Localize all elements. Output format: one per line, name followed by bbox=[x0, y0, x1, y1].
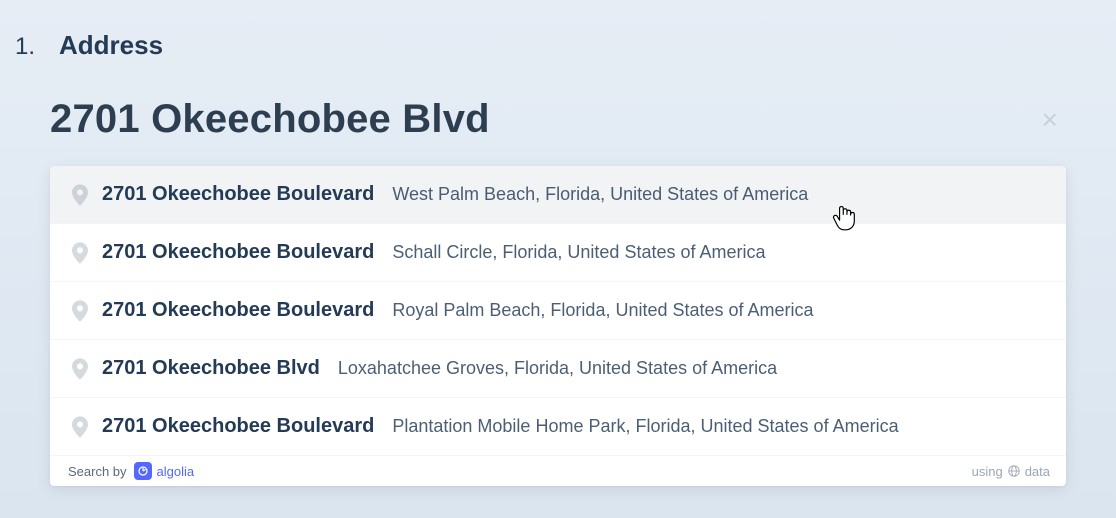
step-number: 1. bbox=[15, 33, 35, 61]
suggestion-main: 2701 Okeechobee Blvd bbox=[102, 357, 320, 380]
suggestion-main: 2701 Okeechobee Boulevard bbox=[102, 299, 374, 322]
step-header: 1. Address bbox=[15, 30, 1066, 61]
suggestions-dropdown: 2701 Okeechobee Boulevard West Palm Beach… bbox=[50, 166, 1066, 486]
algolia-label: algolia bbox=[157, 464, 195, 479]
suggestion-main: 2701 Okeechobee Boulevard bbox=[102, 415, 374, 438]
pin-icon bbox=[72, 416, 88, 438]
suggestion-main: 2701 Okeechobee Boulevard bbox=[102, 183, 374, 206]
address-search-input[interactable] bbox=[50, 97, 1020, 142]
suggestion-item[interactable]: 2701 Okeechobee Blvd Loxahatchee Groves, … bbox=[50, 340, 1066, 398]
pin-icon bbox=[72, 358, 88, 380]
suggestion-item[interactable]: 2701 Okeechobee Boulevard Plantation Mobi… bbox=[50, 398, 1066, 456]
pin-icon bbox=[72, 242, 88, 264]
using-data-label: using data bbox=[972, 464, 1050, 479]
suggestion-item[interactable]: 2701 Okeechobee Boulevard West Palm Beach… bbox=[50, 166, 1066, 224]
dropdown-footer: Search by algolia using data bbox=[50, 456, 1066, 486]
suggestion-secondary: Loxahatchee Groves, Florida, United Stat… bbox=[338, 358, 777, 379]
suggestion-item[interactable]: 2701 Okeechobee Boulevard Royal Palm Beac… bbox=[50, 282, 1066, 340]
data-globe-icon bbox=[1007, 464, 1021, 478]
suggestion-secondary: Royal Palm Beach, Florida, United States… bbox=[392, 300, 813, 321]
search-by-label: Search by bbox=[68, 464, 127, 479]
clear-search-button[interactable]: × bbox=[1034, 106, 1066, 134]
step-label: Address bbox=[59, 30, 163, 61]
pin-icon bbox=[72, 184, 88, 206]
pin-icon bbox=[72, 300, 88, 322]
suggestion-secondary: Plantation Mobile Home Park, Florida, Un… bbox=[392, 416, 898, 437]
suggestion-main: 2701 Okeechobee Boulevard bbox=[102, 241, 374, 264]
suggestion-secondary: West Palm Beach, Florida, United States … bbox=[392, 184, 808, 205]
suggestion-secondary: Schall Circle, Florida, United States of… bbox=[392, 242, 765, 263]
algolia-badge[interactable]: algolia bbox=[134, 462, 195, 480]
suggestion-item[interactable]: 2701 Okeechobee Boulevard Schall Circle, … bbox=[50, 224, 1066, 282]
algolia-icon bbox=[134, 462, 152, 480]
